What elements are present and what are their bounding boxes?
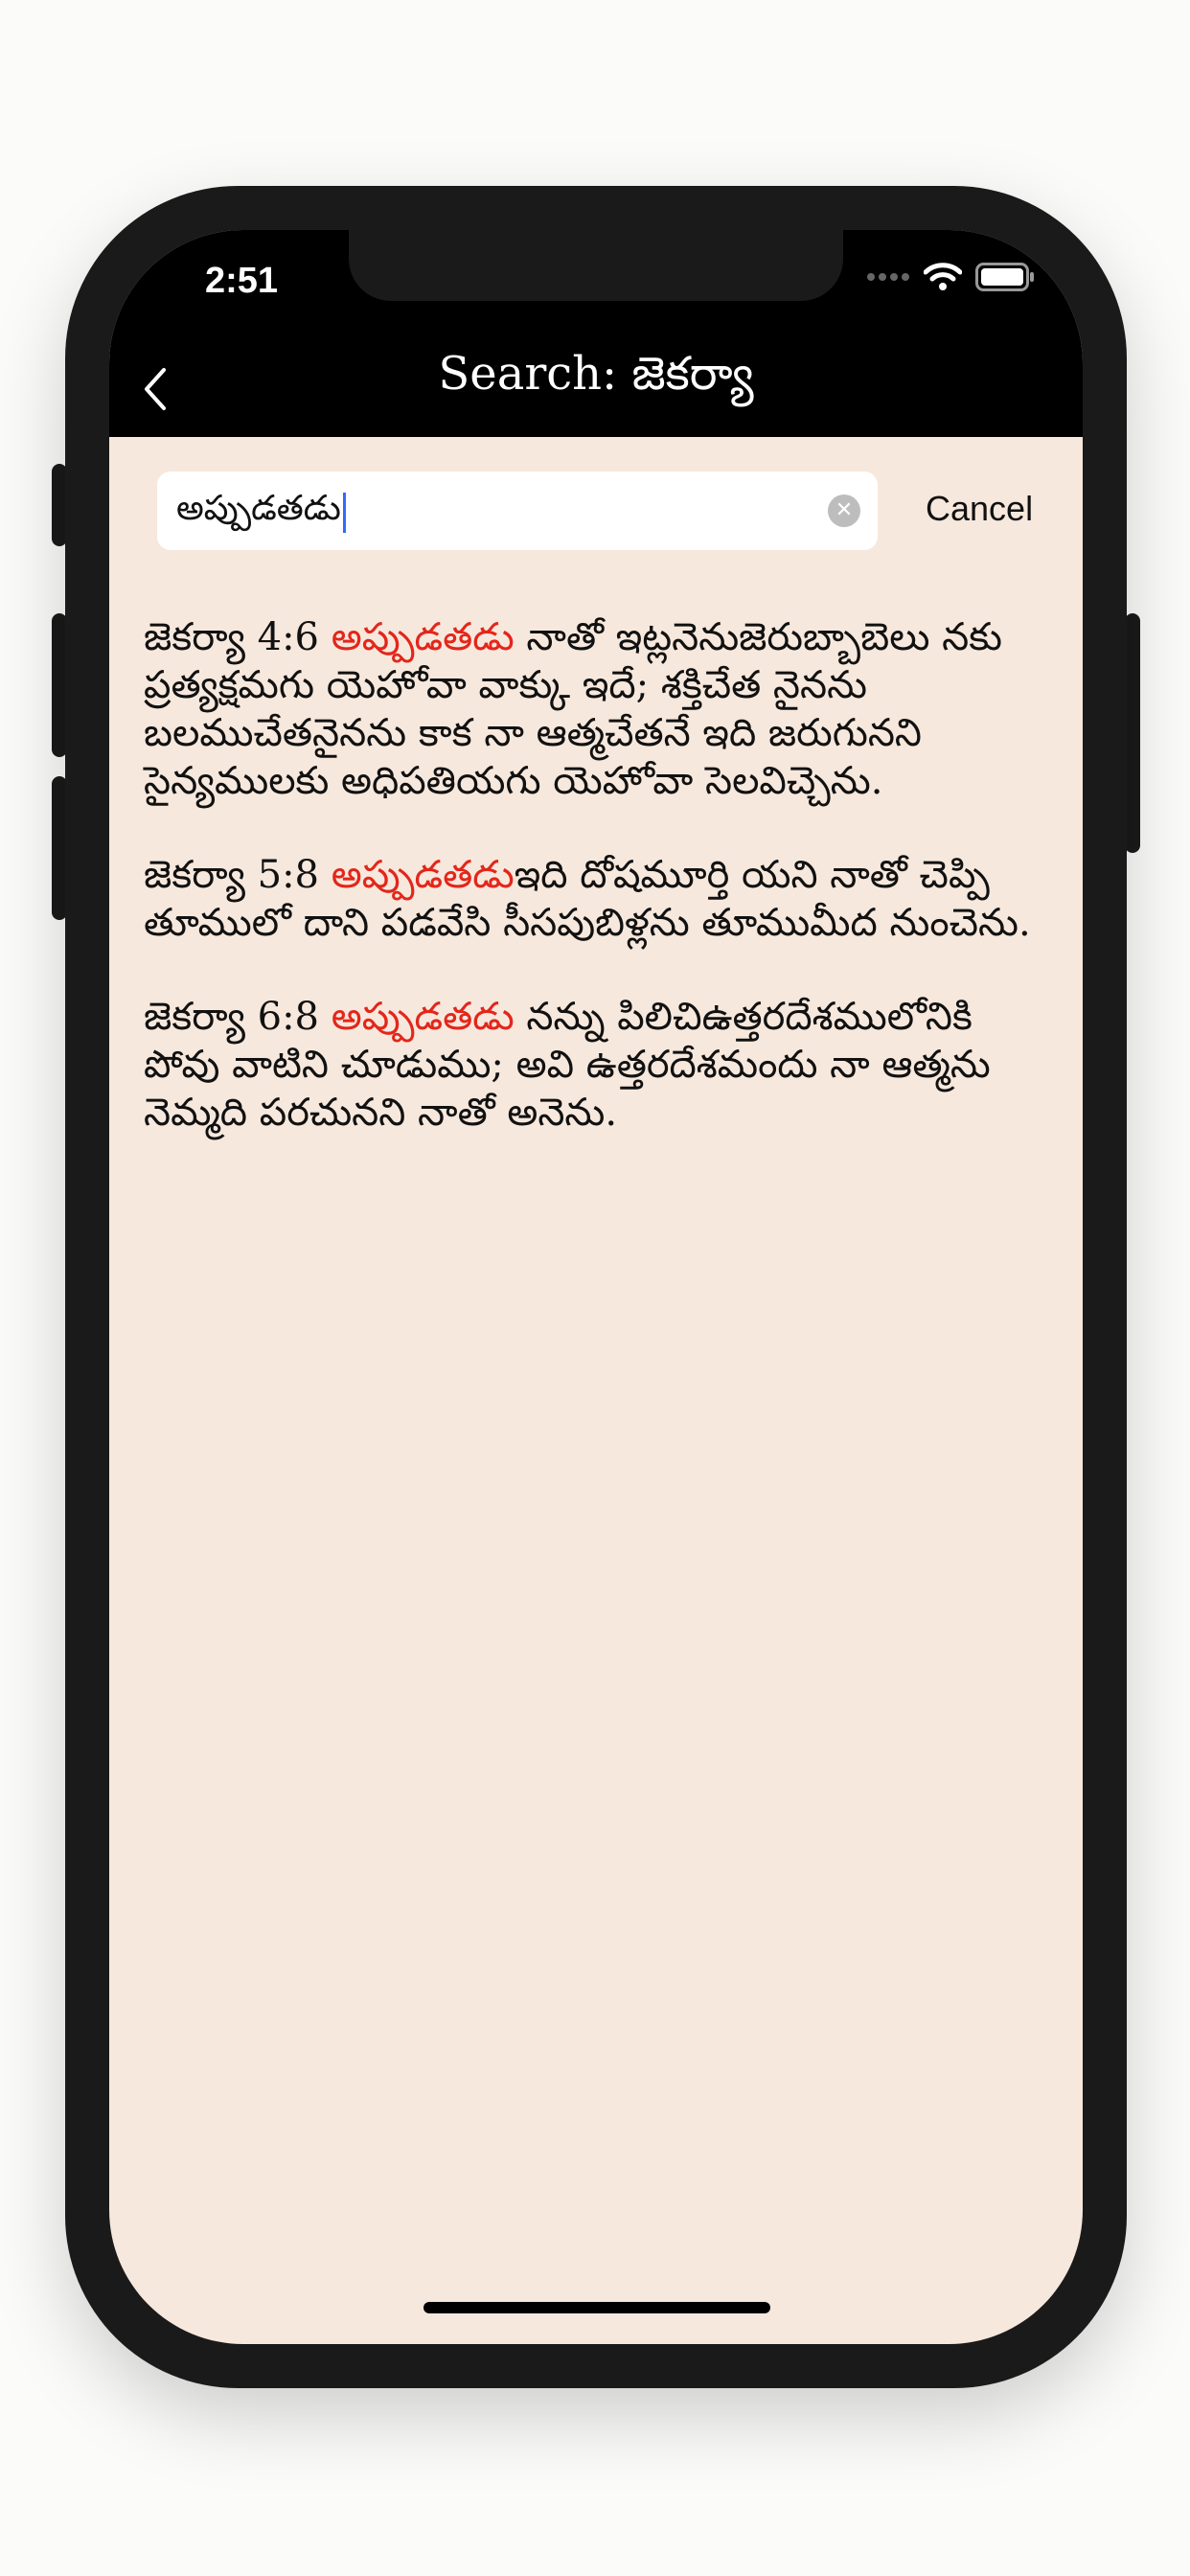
clear-icon[interactable]: ✕	[828, 494, 860, 527]
match-highlight: అప్పుడతడు	[331, 615, 515, 659]
navigation-bar: 2:51 Search: జెకర్యా	[109, 230, 1083, 437]
signal-icon	[867, 273, 909, 281]
match-highlight: అప్పుడతడు	[331, 853, 515, 897]
canvas: 2:51 Search: జెకర్యా అప్పుడతడు ✕ Cancel …	[0, 0, 1190, 2576]
status-icons	[866, 263, 1035, 291]
wifi-icon	[924, 263, 962, 290]
screen: 2:51 Search: జెకర్యా అప్పుడతడు ✕ Cancel …	[109, 230, 1083, 2344]
page-title: Search: జెకర్యా	[438, 347, 754, 401]
verse-reference: జెకర్యా 4:6	[144, 615, 332, 659]
result-item[interactable]: జెకర్యా 4:6 అప్పుడతడు నాతో ఇట్లనెనుజెరుబ…	[144, 613, 1041, 805]
phone-power-button	[1125, 613, 1140, 853]
search-input-value[interactable]: అప్పుడతడు	[176, 489, 346, 537]
search-results: జెకర్యా 4:6 అప్పుడతడు నాతో ఇట్లనెనుజెరుబ…	[144, 613, 1041, 1183]
text-caret	[342, 493, 346, 533]
verse-reference: జెకర్యా 6:8	[144, 995, 332, 1039]
result-item[interactable]: జెకర్యా 6:8 అప్పుడతడు నన్ను పిలిచిఉత్తరద…	[144, 993, 1041, 1137]
home-indicator[interactable]	[423, 2302, 770, 2313]
cancel-button[interactable]: Cancel	[926, 489, 1033, 529]
search-input[interactable]: అప్పుడతడు ✕	[157, 472, 878, 550]
result-item[interactable]: జెకర్యా 5:8 అప్పుడతడుఇది దోషమూర్తి యని న…	[144, 851, 1041, 947]
notch	[349, 230, 843, 301]
search-bar: అప్పుడతడు ✕ Cancel	[109, 437, 1083, 552]
status-time: 2:51	[205, 261, 279, 301]
verse-reference: జెకర్యా 5:8	[144, 853, 332, 897]
phone-frame: 2:51 Search: జెకర్యా అప్పుడతడు ✕ Cancel …	[65, 186, 1127, 2388]
battery-icon	[975, 263, 1034, 291]
match-highlight: అప్పుడతడు	[331, 995, 515, 1039]
search-query: అప్పుడతడు	[176, 489, 341, 528]
